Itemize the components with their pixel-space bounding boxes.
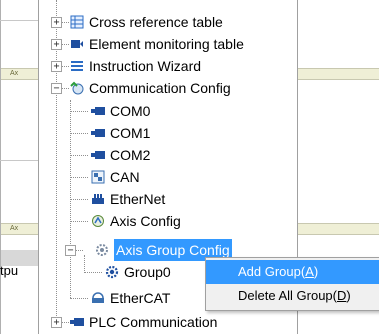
network-icon [69, 80, 85, 96]
row-divider [0, 20, 38, 21]
tree-item-label: Group0 [124, 264, 171, 280]
tree-item-group0[interactable]: Group0 [104, 261, 171, 283]
tree-item-element-monitoring-table[interactable]: Element monitoring table [69, 33, 244, 55]
highlight-row [298, 223, 379, 235]
tree-item-label: EtherCAT [110, 290, 171, 306]
row-tag: Ax [10, 70, 19, 77]
tree-item-com2[interactable]: COM2 [90, 144, 150, 166]
axis-group-icon [94, 242, 110, 258]
tree-item-label: PLC Communication [89, 314, 218, 330]
menu-item-add-group[interactable]: Add Group(A) [206, 260, 379, 284]
gear-icon [104, 264, 120, 280]
tree-item-label: COM1 [110, 125, 151, 141]
port-icon [69, 314, 85, 330]
row-divider [0, 160, 38, 161]
tree-item-label: Axis Config [110, 213, 181, 229]
list-icon [69, 58, 85, 74]
tree-line [84, 255, 85, 273]
table-icon [69, 14, 85, 30]
expand-toggle[interactable]: + [51, 17, 62, 28]
tree-item-label: Communication Config [89, 80, 231, 96]
row-tag: Ax [10, 225, 19, 232]
axis-icon [90, 213, 106, 229]
collapse-toggle[interactable]: − [51, 83, 62, 94]
tree-item-axis-config[interactable]: Axis Config [90, 210, 181, 232]
tree-item-cross-reference-table[interactable]: Cross reference table [69, 11, 223, 33]
tree-item-label: CAN [110, 169, 140, 185]
left-panel-border [0, 0, 1, 334]
tree-item-plc-communication[interactable]: PLC Communication [69, 311, 217, 333]
tree-item-label: COM2 [110, 147, 151, 163]
tree-item-com0[interactable]: COM0 [90, 100, 150, 122]
collapse-toggle[interactable]: − [65, 245, 76, 256]
tree-item-communication-config[interactable]: Communication Config [69, 77, 231, 99]
expand-toggle[interactable]: + [51, 317, 62, 328]
highlight-row: Ax [1, 223, 38, 235]
panel-cut-text: tpu [0, 263, 19, 278]
tree-item-ethercat[interactable]: EtherCAT [90, 287, 170, 309]
tree-item-label: Instruction Wizard [89, 58, 202, 74]
left-panel: Ax Ax tpu [0, 0, 38, 334]
tree-item-label: COM0 [110, 103, 151, 119]
menu-item-delete-all-group[interactable]: Delete All Group(D) [206, 284, 379, 308]
expand-toggle[interactable]: + [51, 61, 62, 72]
tree-item-can[interactable]: CAN [90, 166, 140, 188]
context-menu: Add Group(A) Delete All Group(D) [205, 257, 379, 311]
tree-item-com1[interactable]: COM1 [90, 122, 150, 144]
ethercat-icon [90, 290, 106, 306]
port-icon [90, 147, 106, 163]
port-icon [90, 125, 106, 141]
tree-item-label: EtherNet [110, 191, 166, 207]
tree-item-label: Element monitoring table [89, 36, 244, 52]
tree-item-label: Cross reference table [89, 14, 223, 30]
tree-item-ethernet[interactable]: EtherNet [90, 188, 165, 210]
expand-toggle[interactable]: + [51, 39, 62, 50]
highlight-row: Ax [1, 68, 38, 80]
highlight-row [298, 68, 379, 80]
can-icon [90, 169, 106, 185]
ethernet-icon [90, 191, 106, 207]
tree-item-instruction-wizard[interactable]: Instruction Wizard [69, 55, 201, 77]
port-icon [90, 103, 106, 119]
monitor-icon [69, 36, 85, 52]
